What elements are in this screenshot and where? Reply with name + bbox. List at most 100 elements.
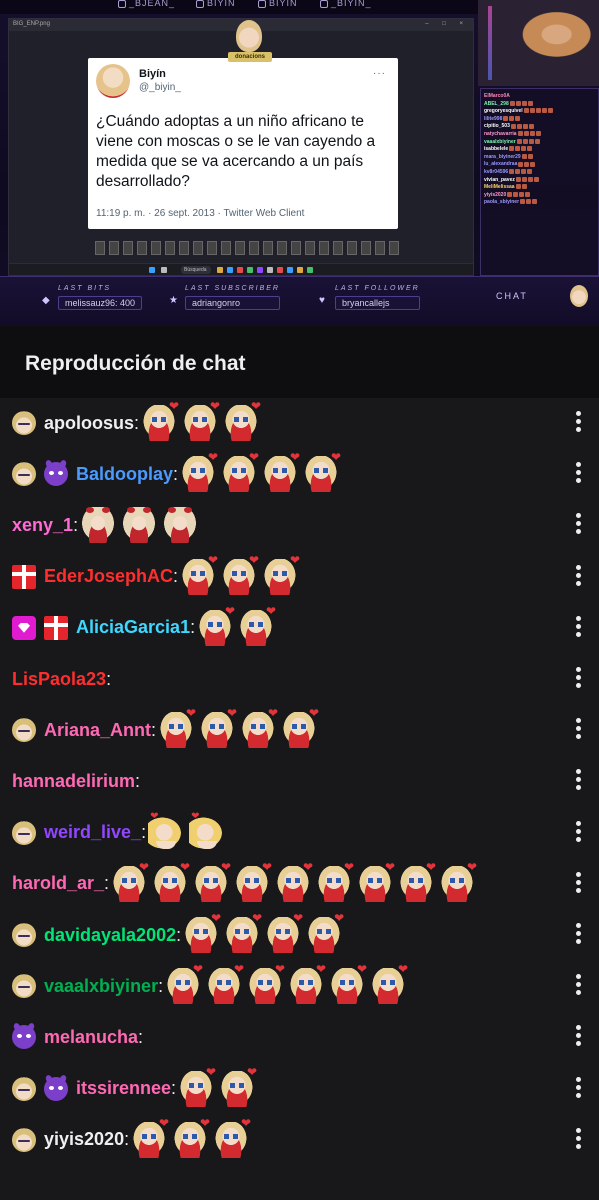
heart-emote-icon[interactable] bbox=[111, 860, 149, 902]
head-badge-icon[interactable] bbox=[12, 923, 36, 947]
heart-emote-icon[interactable] bbox=[275, 860, 313, 902]
chat-message[interactable]: EderJosephAC: bbox=[0, 552, 599, 602]
heart-emote-icon[interactable] bbox=[180, 553, 218, 595]
chat-message[interactable]: harold_ar_: bbox=[0, 859, 599, 909]
heart-emote-icon[interactable] bbox=[238, 604, 276, 646]
heart-emote-icon[interactable] bbox=[303, 450, 341, 493]
chat-message[interactable]: hannadelirium: bbox=[0, 756, 599, 806]
chat-message[interactable]: Baldooplay: bbox=[0, 449, 599, 499]
heart-emote-icon[interactable] bbox=[213, 1116, 251, 1158]
heart-emote-icon[interactable] bbox=[199, 706, 237, 749]
heart-emote-icon[interactable] bbox=[247, 962, 285, 1005]
more-options-icon[interactable] bbox=[573, 1025, 583, 1049]
heart-emote-icon[interactable] bbox=[398, 860, 436, 902]
chat-message[interactable]: AliciaGarcia1: bbox=[0, 603, 599, 653]
heart-emote-icon[interactable] bbox=[240, 706, 278, 749]
more-options-icon[interactable] bbox=[573, 871, 583, 896]
chat-username[interactable]: hannadelirium bbox=[12, 771, 135, 792]
heart-emote-icon[interactable] bbox=[288, 962, 326, 1005]
heart-emote-icon[interactable] bbox=[224, 911, 262, 953]
heart-emote-icon[interactable] bbox=[172, 1116, 210, 1158]
chat-username[interactable]: itssirennee bbox=[76, 1078, 171, 1099]
heart-emote-icon[interactable] bbox=[316, 860, 354, 902]
love-emote-icon[interactable] bbox=[189, 811, 226, 851]
love-emote-icon[interactable] bbox=[148, 811, 185, 851]
chat-message[interactable]: yiyis2020: bbox=[0, 1115, 599, 1165]
heart-emote-icon[interactable] bbox=[357, 860, 395, 902]
heart-emote-icon[interactable] bbox=[206, 962, 244, 1005]
more-options-icon[interactable] bbox=[573, 1127, 583, 1152]
heart-emote-icon[interactable] bbox=[234, 860, 272, 902]
more-options-icon[interactable] bbox=[573, 1076, 583, 1101]
chat-username[interactable]: melanucha bbox=[44, 1027, 138, 1048]
heart-emote-icon[interactable] bbox=[158, 706, 196, 749]
chat-username[interactable]: davidayala2002 bbox=[44, 925, 176, 946]
bow-emote-icon[interactable] bbox=[80, 507, 117, 544]
heart-emote-icon[interactable] bbox=[221, 450, 259, 493]
more-options-icon[interactable] bbox=[573, 974, 583, 998]
bow-emote-icon[interactable] bbox=[162, 507, 199, 544]
head-badge-icon[interactable] bbox=[12, 462, 36, 487]
chat-message[interactable]: apoloosus: bbox=[0, 398, 599, 448]
heart-emote-icon[interactable] bbox=[180, 450, 218, 493]
more-options-icon[interactable] bbox=[573, 615, 583, 640]
chat-username[interactable]: apoloosus bbox=[44, 413, 134, 434]
heart-emote-icon[interactable] bbox=[197, 604, 235, 646]
chat-username[interactable]: weird_live_ bbox=[44, 822, 141, 843]
chat-username[interactable]: yiyis2020 bbox=[44, 1129, 124, 1150]
more-options-icon[interactable] bbox=[573, 411, 583, 435]
gift-badge-icon[interactable] bbox=[44, 615, 68, 640]
heart-emote-icon[interactable] bbox=[141, 399, 179, 441]
heart-emote-icon[interactable] bbox=[221, 553, 259, 595]
heart-emote-icon[interactable] bbox=[223, 399, 261, 441]
heart-emote-icon[interactable] bbox=[329, 962, 367, 1005]
chat-username[interactable]: vaaalxbiyiner bbox=[44, 976, 158, 997]
more-options-icon[interactable] bbox=[573, 462, 583, 486]
more-options-icon[interactable] bbox=[573, 667, 583, 691]
head-badge-icon[interactable] bbox=[12, 1076, 36, 1101]
heart-emote-icon[interactable] bbox=[439, 860, 477, 902]
head-badge-icon[interactable] bbox=[12, 974, 36, 999]
chat-message[interactable]: melanucha: bbox=[0, 1012, 599, 1062]
head-badge-icon[interactable] bbox=[12, 411, 36, 435]
more-options-icon[interactable] bbox=[573, 718, 583, 742]
devil-badge-icon[interactable] bbox=[44, 1076, 68, 1101]
chat-message[interactable]: itssirennee: bbox=[0, 1064, 599, 1114]
chat-message-list[interactable]: apoloosus:Baldooplay:xeny_1:EderJosephAC… bbox=[0, 398, 599, 1200]
bow-emote-icon[interactable] bbox=[121, 507, 158, 544]
chat-username[interactable]: Baldooplay bbox=[76, 464, 173, 485]
stream-video[interactable]: _BJEAN_ BIYIN BIYIN _BIYIN_ BIG_ENP.png … bbox=[0, 0, 599, 326]
chat-username[interactable]: AliciaGarcia1 bbox=[76, 617, 190, 638]
heart-emote-icon[interactable] bbox=[165, 962, 203, 1005]
more-options-icon[interactable] bbox=[573, 564, 583, 589]
heart-emote-icon[interactable] bbox=[131, 1116, 169, 1158]
gift-badge-icon[interactable] bbox=[12, 564, 36, 589]
chat-username[interactable]: Ariana_Annt bbox=[44, 720, 151, 741]
heart-emote-icon[interactable] bbox=[262, 553, 300, 595]
devil-badge-icon[interactable] bbox=[12, 1025, 36, 1050]
head-badge-icon[interactable] bbox=[12, 820, 36, 845]
chat-username[interactable]: xeny_1 bbox=[12, 515, 73, 536]
chat-message[interactable]: weird_live_: bbox=[0, 808, 599, 858]
chat-message[interactable]: davidayala2002: bbox=[0, 910, 599, 960]
heart-emote-icon[interactable] bbox=[306, 911, 344, 953]
chat-message[interactable]: LisPaola23: bbox=[0, 654, 599, 704]
heart-emote-icon[interactable] bbox=[193, 860, 231, 902]
heart-emote-icon[interactable] bbox=[262, 450, 300, 493]
more-options-icon[interactable] bbox=[573, 820, 583, 845]
chat-message[interactable]: Ariana_Annt: bbox=[0, 705, 599, 755]
chat-username[interactable]: LisPaola23 bbox=[12, 669, 106, 690]
chat-username[interactable]: harold_ar_ bbox=[12, 873, 104, 894]
chat-message[interactable]: xeny_1: bbox=[0, 500, 599, 550]
heart-emote-icon[interactable] bbox=[370, 962, 408, 1005]
chat-message[interactable]: vaaalxbiyiner: bbox=[0, 961, 599, 1011]
chat-username[interactable]: EderJosephAC bbox=[44, 566, 173, 587]
heart-emote-icon[interactable] bbox=[178, 1065, 216, 1107]
head-badge-icon[interactable] bbox=[12, 718, 36, 743]
prime-badge-icon[interactable] bbox=[12, 615, 36, 640]
heart-emote-icon[interactable] bbox=[152, 860, 190, 902]
devil-badge-icon[interactable] bbox=[44, 462, 68, 487]
heart-emote-icon[interactable] bbox=[265, 911, 303, 953]
more-options-icon[interactable] bbox=[573, 769, 583, 793]
heart-emote-icon[interactable] bbox=[183, 911, 221, 953]
